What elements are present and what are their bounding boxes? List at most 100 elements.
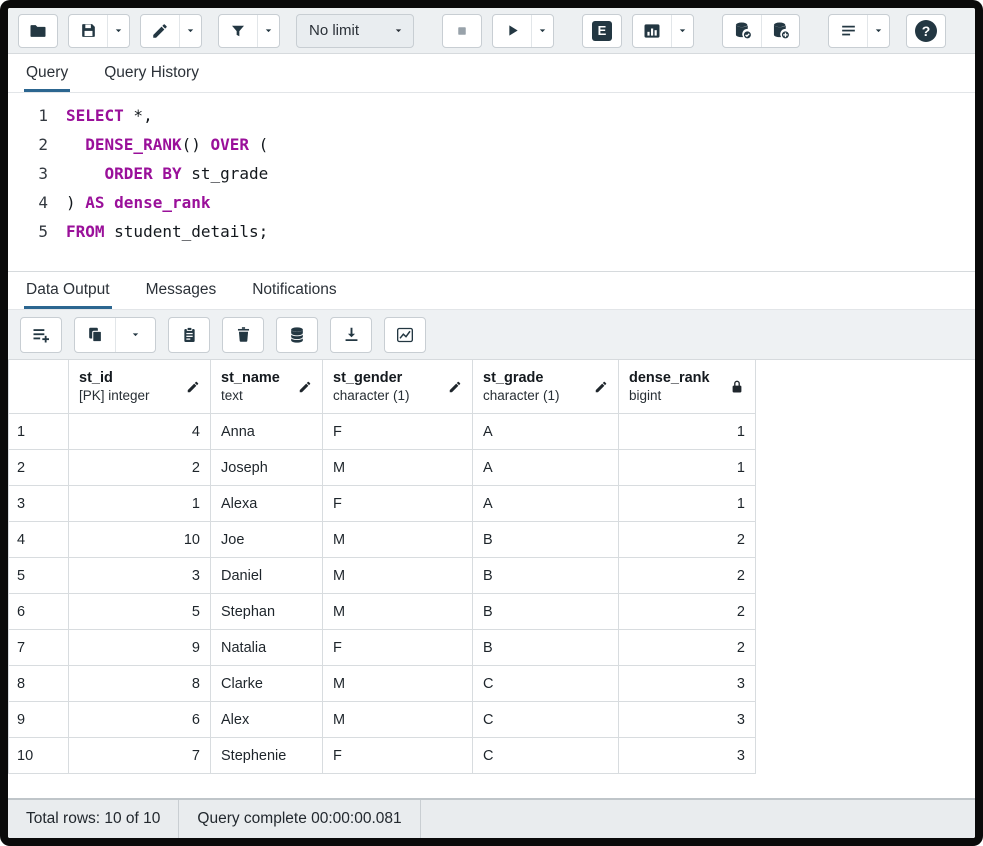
help-button[interactable]: ?	[907, 15, 945, 47]
edit-button[interactable]	[141, 15, 179, 47]
grid-cell-dense_rank[interactable]: 2	[619, 630, 756, 666]
tab-notifications[interactable]: Notifications	[250, 272, 338, 309]
grid-cell-st_id[interactable]: 5	[69, 594, 211, 630]
row-number-cell[interactable]: 10	[9, 738, 69, 774]
column-header-st_id[interactable]: st_id[PK] integer	[69, 360, 211, 414]
grid-cell-st_gender[interactable]: F	[323, 414, 473, 450]
grid-cell-st_id[interactable]: 1	[69, 486, 211, 522]
grid-cell-st_grade[interactable]: B	[473, 594, 619, 630]
grid-cell-dense_rank[interactable]: 3	[619, 702, 756, 738]
grid-cell-st_grade[interactable]: B	[473, 630, 619, 666]
explain-menu-button[interactable]	[671, 15, 693, 47]
grid-cell-dense_rank[interactable]: 1	[619, 450, 756, 486]
grid-cell-st_gender[interactable]: M	[323, 558, 473, 594]
row-number-cell[interactable]: 4	[9, 522, 69, 558]
grid-cell-st_gender[interactable]: M	[323, 702, 473, 738]
save-button[interactable]	[69, 15, 107, 47]
grid-cell-st_grade[interactable]: C	[473, 738, 619, 774]
grid-cell-st_name[interactable]: Natalia	[211, 630, 323, 666]
grid-cell-dense_rank[interactable]: 2	[619, 522, 756, 558]
commit-button[interactable]	[723, 15, 761, 47]
grid-cell-dense_rank[interactable]: 3	[619, 738, 756, 774]
grid-cell-st_id[interactable]: 8	[69, 666, 211, 702]
macro-menu-button[interactable]	[867, 15, 889, 47]
grid-cell-st_grade[interactable]: C	[473, 666, 619, 702]
execute-button[interactable]	[493, 15, 531, 47]
grid-cell-st_grade[interactable]: B	[473, 558, 619, 594]
grid-cell-dense_rank[interactable]: 1	[619, 414, 756, 450]
grid-cell-st_id[interactable]: 10	[69, 522, 211, 558]
grid-cell-st_id[interactable]: 2	[69, 450, 211, 486]
grid-cell-st_name[interactable]: Joe	[211, 522, 323, 558]
row-number-cell[interactable]: 2	[9, 450, 69, 486]
delete-button[interactable]	[223, 318, 263, 352]
execute-menu-button[interactable]	[531, 15, 553, 47]
explain-analyze-button[interactable]	[633, 15, 671, 47]
grid-cell-st_id[interactable]: 9	[69, 630, 211, 666]
tab-data-output[interactable]: Data Output	[24, 272, 112, 309]
filter-menu-button[interactable]	[257, 15, 279, 47]
row-number-cell[interactable]: 9	[9, 702, 69, 738]
tab-query-history[interactable]: Query History	[102, 55, 201, 92]
copy-button[interactable]	[75, 318, 115, 352]
grid-cell-st_grade[interactable]: A	[473, 486, 619, 522]
grid-cell-st_name[interactable]: Daniel	[211, 558, 323, 594]
add-row-button[interactable]	[21, 318, 61, 352]
grid-cell-st_id[interactable]: 4	[69, 414, 211, 450]
grid-cell-st_gender[interactable]: F	[323, 630, 473, 666]
row-number-cell[interactable]: 1	[9, 414, 69, 450]
grid-cell-st_grade[interactable]: C	[473, 702, 619, 738]
grid-cell-st_gender[interactable]: M	[323, 522, 473, 558]
grid-cell-st_gender[interactable]: F	[323, 486, 473, 522]
save-menu-button[interactable]	[107, 15, 129, 47]
column-header-st_gender[interactable]: st_gendercharacter (1)	[323, 360, 473, 414]
filter-button[interactable]	[219, 15, 257, 47]
graph-visualiser-button[interactable]	[385, 318, 425, 352]
grid-cell-dense_rank[interactable]: 1	[619, 486, 756, 522]
row-number-cell[interactable]: 8	[9, 666, 69, 702]
grid-cell-st_grade[interactable]: B	[473, 522, 619, 558]
row-number-cell[interactable]: 7	[9, 630, 69, 666]
edit-menu-button[interactable]	[179, 15, 201, 47]
grid-cell-st_gender[interactable]: F	[323, 738, 473, 774]
row-number-cell[interactable]: 5	[9, 558, 69, 594]
grid-cell-st_id[interactable]: 6	[69, 702, 211, 738]
rollback-button[interactable]	[761, 15, 799, 47]
grid-corner-cell[interactable]	[9, 360, 69, 414]
macro-button[interactable]	[829, 15, 867, 47]
grid-cell-st_gender[interactable]: M	[323, 594, 473, 630]
grid-cell-st_name[interactable]: Joseph	[211, 450, 323, 486]
row-number-cell[interactable]: 3	[9, 486, 69, 522]
grid-cell-st_name[interactable]: Clarke	[211, 666, 323, 702]
pencil-icon	[151, 22, 169, 40]
grid-cell-st_id[interactable]: 3	[69, 558, 211, 594]
tab-query[interactable]: Query	[24, 55, 70, 92]
grid-cell-st_id[interactable]: 7	[69, 738, 211, 774]
grid-cell-st_grade[interactable]: A	[473, 450, 619, 486]
grid-cell-st_gender[interactable]: M	[323, 450, 473, 486]
grid-cell-st_name[interactable]: Alex	[211, 702, 323, 738]
grid-cell-dense_rank[interactable]: 3	[619, 666, 756, 702]
row-number-cell[interactable]: 6	[9, 594, 69, 630]
column-header-dense_rank[interactable]: dense_rankbigint	[619, 360, 756, 414]
paste-button[interactable]	[169, 318, 209, 352]
column-header-st_grade[interactable]: st_gradecharacter (1)	[473, 360, 619, 414]
download-button[interactable]	[331, 318, 371, 352]
row-limit-select[interactable]: No limit	[296, 14, 414, 48]
grid-cell-dense_rank[interactable]: 2	[619, 558, 756, 594]
grid-cell-st_name[interactable]: Anna	[211, 414, 323, 450]
grid-cell-st_gender[interactable]: M	[323, 666, 473, 702]
copy-menu-button[interactable]	[115, 318, 155, 352]
grid-cell-dense_rank[interactable]: 2	[619, 594, 756, 630]
sql-editor[interactable]: 1SELECT *,2 DENSE_RANK() OVER (3 ORDER B…	[8, 93, 975, 271]
column-header-st_name[interactable]: st_nametext	[211, 360, 323, 414]
grid-cell-st_name[interactable]: Stephenie	[211, 738, 323, 774]
grid-cell-st_grade[interactable]: A	[473, 414, 619, 450]
stop-button[interactable]	[443, 15, 481, 47]
open-file-button[interactable]	[19, 15, 57, 47]
explain-button[interactable]: E	[583, 15, 621, 47]
grid-cell-st_name[interactable]: Stephan	[211, 594, 323, 630]
save-data-button[interactable]	[277, 318, 317, 352]
grid-cell-st_name[interactable]: Alexa	[211, 486, 323, 522]
tab-messages[interactable]: Messages	[144, 272, 219, 309]
